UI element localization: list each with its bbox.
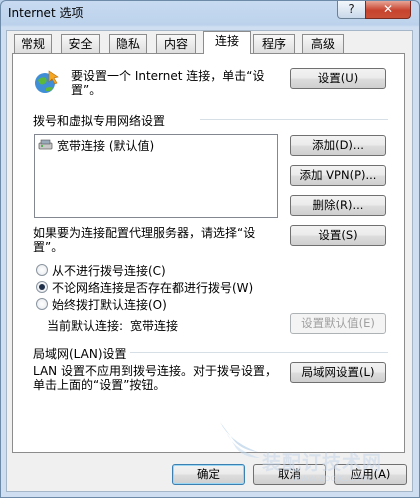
apply-button[interactable]: 应用(A) [334,464,407,485]
current-default-value: 宽带连接 [130,319,179,333]
connections-list[interactable]: 宽带连接 (默认值) [34,134,278,218]
ok-button[interactable]: 确定 [172,464,245,485]
dialup-group-line [200,119,388,120]
lan-group-line [130,352,388,353]
remove-button[interactable]: 删除(R)... [290,195,386,216]
current-default-label: 当前默认连接: [47,319,124,333]
radio-always-dial-default[interactable] [36,298,48,310]
cancel-button[interactable]: 取消 [253,464,326,485]
setup-text: 要设置一个 Internet 连接，单击“设置”。 [71,69,265,97]
add-vpn-button[interactable]: 添加 VPN(P)... [290,165,386,186]
lan-settings-button[interactable]: 局域网设置(L) [290,362,386,383]
lan-text: LAN 设置不应用到拨号连接。对于拨号设置，单击上面的“设置”按钮。 [33,364,277,392]
network-setup-icon [32,68,62,96]
list-item[interactable]: 宽带连接 (默认值) [57,137,154,154]
radio-always-dial-default-label[interactable]: 始终拨打默认连接(O) [52,296,167,313]
panel-content: 要设置一个 Internet 连接，单击“设置”。 设置(U) 拨号和虚拟专用网… [0,0,420,498]
proxy-text: 如果要为连接配置代理服务器，请选择“设置”。 [33,226,256,254]
radio-dial-whenever-label[interactable]: 不论网络连接是否存在都进行拨号(W) [52,279,253,296]
radio-never-dial[interactable] [36,264,48,276]
add-button[interactable]: 添加(D)... [290,135,386,156]
setup-button[interactable]: 设置(U) [290,68,386,89]
radio-dial-whenever[interactable] [36,281,48,293]
lan-group-label: 局域网(LAN)设置 [33,347,127,361]
proxy-settings-button[interactable]: 设置(S) [290,225,386,246]
radio-never-dial-label[interactable]: 从不进行拨号连接(C) [52,262,166,279]
dialup-group-label: 拨号和虚拟专用网络设置 [33,114,166,128]
set-default-button[interactable]: 设置默认值(E) [290,313,386,334]
broadband-connection-icon [38,138,54,152]
